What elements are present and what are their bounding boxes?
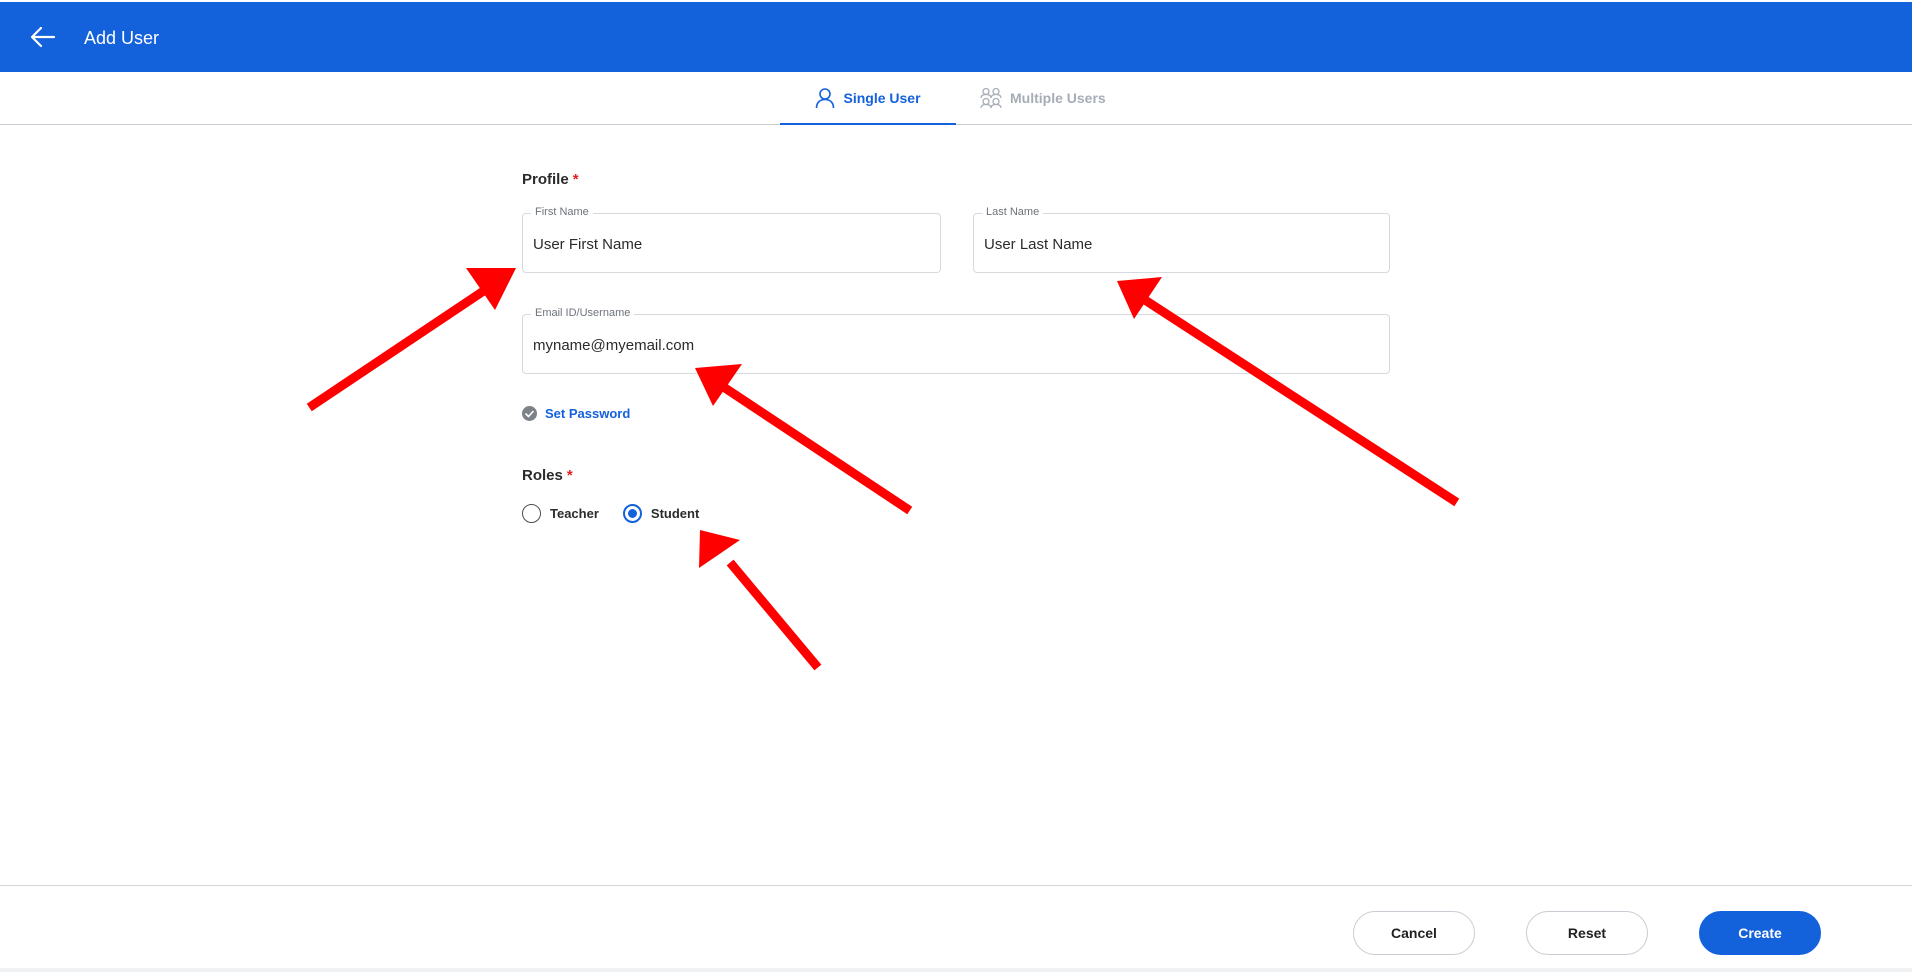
arrow-to-last-name: [1117, 277, 1460, 507]
cancel-button[interactable]: Cancel: [1353, 911, 1475, 955]
required-mark: *: [566, 467, 573, 484]
tab-multiple-users[interactable]: Multiple Users: [980, 72, 1106, 124]
arrow-to-email: [695, 364, 913, 515]
page-title: Add User: [84, 28, 160, 48]
footer-divider: [0, 885, 1912, 886]
role-teacher-radio[interactable]: Teacher: [522, 504, 599, 523]
first-name-label: First Name: [531, 206, 593, 218]
tab-single-user[interactable]: Single User: [780, 72, 956, 125]
set-password-label: Set Password: [545, 406, 631, 421]
roles-label: Roles: [522, 467, 563, 484]
users-icon: [980, 87, 1002, 109]
required-mark: *: [572, 171, 579, 188]
reset-button[interactable]: Reset: [1526, 911, 1648, 955]
last-name-label: Last Name: [982, 206, 1044, 218]
add-user-page: Add User Single User Multiple Users Prof…: [0, 0, 1912, 972]
arrow-left-icon: [30, 26, 56, 48]
arrow-to-first-name: [306, 268, 516, 412]
tab-multiple-users-label: Multiple Users: [1010, 90, 1106, 106]
tab-bar: Single User Multiple Users: [0, 72, 1912, 125]
set-password-toggle[interactable]: Set Password: [522, 406, 630, 421]
bottom-strip: [0, 968, 1912, 972]
role-teacher-label: Teacher: [550, 506, 599, 521]
email-label: Email ID/Username: [531, 307, 635, 319]
app-header: Add User: [0, 2, 1912, 72]
profile-heading: Profile *: [522, 171, 579, 188]
radio-dot: [627, 509, 637, 518]
annotation-arrows: [306, 268, 1460, 671]
profile-label: Profile: [522, 171, 569, 188]
radio-unchecked-icon: [522, 504, 541, 523]
back-button[interactable]: [28, 22, 58, 52]
email-field[interactable]: Email ID/Username: [522, 307, 1390, 374]
last-name-input[interactable]: [984, 236, 1375, 253]
roles-heading: Roles *: [522, 467, 573, 484]
tab-single-user-label: Single User: [843, 90, 921, 106]
radio-checked-icon: [622, 504, 642, 523]
first-name-field[interactable]: First Name: [522, 206, 941, 273]
first-name-input[interactable]: [533, 236, 926, 253]
email-input[interactable]: [533, 337, 1375, 354]
create-button[interactable]: Create: [1699, 911, 1821, 955]
last-name-field[interactable]: Last Name: [973, 206, 1390, 273]
roles-radio-group: Teacher Student: [522, 504, 699, 523]
arrow-to-student: [699, 530, 822, 671]
role-student-label: Student: [650, 506, 700, 521]
user-icon: [816, 88, 835, 109]
check-circle-icon: [522, 406, 537, 421]
role-student-radio[interactable]: Student: [622, 504, 700, 523]
